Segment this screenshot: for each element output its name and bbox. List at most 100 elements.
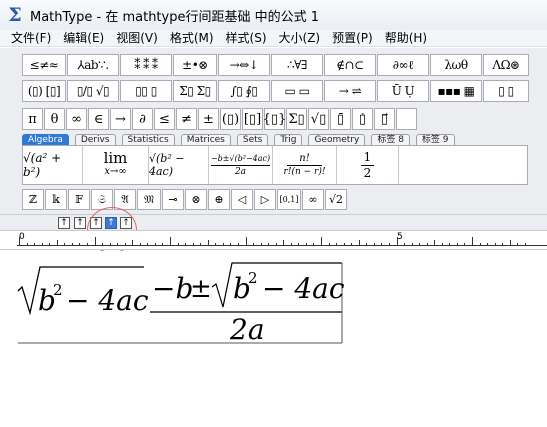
menu-view[interactable]: 视图(V) <box>110 30 164 47</box>
template-combination[interactable]: n! r!(n − r)! <box>273 146 337 184</box>
oplus-button[interactable]: ⊕ <box>208 189 230 210</box>
tab-label-8[interactable]: 标签 8 <box>371 134 410 145</box>
template-limit[interactable]: lim x→∞ <box>83 146 149 184</box>
otimes-button[interactable]: ⊗ <box>185 189 207 210</box>
ruler-tick <box>268 243 270 246</box>
ruler-tick <box>524 243 526 246</box>
template-sqrt-sum[interactable]: √(a² + b²) <box>23 146 83 184</box>
element-of-button[interactable]: ∈ <box>88 108 109 130</box>
ruler-tick <box>449 243 451 246</box>
menu-bar: 文件(F) 编辑(E) 视图(V) 格式(M) 样式(S) 大小(Z) 预置(P… <box>0 30 547 47</box>
tab-statistics[interactable]: Statistics <box>121 134 175 145</box>
palette-integrals[interactable]: ∫▯ ∮▯ <box>218 80 270 102</box>
palette-greek-lower[interactable]: λωθ <box>430 54 482 76</box>
multimap-button[interactable]: ⊸ <box>162 189 184 210</box>
ruler-tick <box>154 243 156 246</box>
infinity-small-button[interactable]: ∞ <box>302 189 324 210</box>
palette-fences[interactable]: (▯) [▯] <box>22 80 66 102</box>
palette-bars[interactable]: ▭ ▭ <box>271 80 323 102</box>
equation-editor[interactable]: b 2 − 4ac −b ± b 2 − 4ac 2a <box>0 251 547 427</box>
parentheses-button[interactable]: (▯) <box>220 108 241 130</box>
palette-logic[interactable]: ∴∀∃ <box>271 54 323 76</box>
ruler-tick <box>502 243 504 246</box>
ruler-tick <box>464 243 466 246</box>
ruler-tick <box>381 243 383 246</box>
tab-derivs[interactable]: Derivs <box>74 134 116 145</box>
dot-accent-button[interactable]: ▯̇ <box>352 108 373 130</box>
ruler-tick <box>41 243 43 246</box>
palette-relations[interactable]: ≤≠≈ <box>22 54 66 76</box>
tab-matrices[interactable]: Matrices <box>180 134 231 145</box>
integers-symbol-button[interactable]: ℤ <box>22 189 44 210</box>
tab-algebra[interactable]: Algebra <box>22 134 69 145</box>
ruler-tick <box>139 243 141 246</box>
palette-arrows[interactable]: →⇔↓ <box>218 54 270 76</box>
palette-embellishments[interactable]: ⁑ ⁑ ⁑ <box>120 54 172 76</box>
menu-edit[interactable]: 编辑(E) <box>57 30 110 47</box>
sum-button[interactable]: Σ▯ <box>286 108 307 130</box>
ruler-tick <box>419 243 421 246</box>
tab-trig[interactable]: Trig <box>274 134 303 145</box>
ruler-tick <box>275 243 277 246</box>
palette-labeled-arrows[interactable]: → ⇌ <box>324 80 376 102</box>
fraktur-m-button[interactable]: 𝔐 <box>137 189 161 210</box>
ruler-tick <box>441 243 443 246</box>
tab-geometry[interactable]: Geometry <box>308 134 366 145</box>
palette-set-theory[interactable]: ∉∩⊂ <box>324 54 376 76</box>
tab-sets[interactable]: Sets <box>236 134 269 145</box>
brackets-button[interactable]: [▯] <box>242 108 263 130</box>
ruler-tick <box>290 243 292 246</box>
theta-button[interactable]: θ <box>44 108 65 130</box>
template-quadratic-den: 2a <box>234 166 247 177</box>
interval-button[interactable]: [0,1] <box>277 189 301 210</box>
right-triangle-button[interactable]: ▷ <box>254 189 276 210</box>
template-palette-row: (▯) [▯] ▯/▯ √▯ ▯▯ ▯ Σ▯ Σ▯ ∫▯ ∮▯ ▭ ▭ → ⇌ … <box>22 80 530 104</box>
not-equal-button[interactable]: ≠ <box>176 108 197 130</box>
small-symbol-bar: π θ ∞ ∈ → ∂ ≤ ≠ ± (▯) [▯] {▯} Σ▯ √▯ ▯̄ ▯… <box>22 108 418 131</box>
palette-misc-symbols[interactable]: ∂∞ℓ <box>377 54 429 76</box>
infinity-button[interactable]: ∞ <box>66 108 87 130</box>
menu-file[interactable]: 文件(F) <box>0 30 57 47</box>
template-half[interactable]: 1 2 <box>337 146 399 184</box>
f-symbol-button[interactable]: 𝔽 <box>68 189 90 210</box>
palette-fractions-radicals[interactable]: ▯/▯ √▯ <box>67 80 119 102</box>
template-discriminant[interactable]: √(b² − 4ac) <box>149 146 209 184</box>
palette-spaces-ellipses[interactable]: ⅄ab∵. <box>67 54 119 76</box>
ruler-tick <box>366 243 368 246</box>
palette-boxes[interactable]: ▯ ▯ <box>483 80 529 102</box>
sqrt2-button[interactable]: √2 <box>325 189 347 210</box>
overbar-button[interactable]: ▯̄ <box>330 108 351 130</box>
k-symbol-button[interactable]: 𝕜 <box>45 189 67 210</box>
palette-operators[interactable]: ±•⊗ <box>173 54 217 76</box>
nudge-up-arrow-icon[interactable]: ↑ <box>74 217 86 229</box>
less-equal-button[interactable]: ≤ <box>154 108 175 130</box>
menu-format[interactable]: 格式(M) <box>164 30 220 47</box>
plus-minus-button[interactable]: ± <box>198 108 219 130</box>
palette-products[interactable]: Ū Ụ <box>377 80 429 102</box>
pi-button[interactable]: π <box>22 108 43 130</box>
palette-summations[interactable]: Σ▯ Σ▯ <box>173 80 217 102</box>
sqrt-button[interactable]: √▯ <box>308 108 329 130</box>
palette-greek-upper[interactable]: ΛΩ⊛ <box>483 54 529 76</box>
menu-help[interactable]: 帮助(H) <box>379 30 433 47</box>
nudge-up-arrow-icon[interactable]: ↑ <box>58 217 70 229</box>
ruler-tick <box>79 243 81 246</box>
partial-button[interactable]: ∂ <box>132 108 153 130</box>
ruler-tick <box>147 243 149 246</box>
tab-label-9[interactable]: 标签 9 <box>415 134 455 145</box>
palette-matrices[interactable]: ▪▪▪ ▦ <box>430 80 482 102</box>
ruler-tick <box>124 243 126 246</box>
menu-preferences[interactable]: 预置(P) <box>326 30 379 47</box>
ruler-tick <box>102 243 104 246</box>
braces-button[interactable]: {▯} <box>263 108 286 130</box>
vector-accent-button[interactable]: ▯⃗ <box>374 108 395 130</box>
template-quadratic[interactable]: −b±√(b²−4ac) 2a <box>209 146 273 184</box>
menu-style[interactable]: 样式(S) <box>220 30 273 47</box>
menu-size[interactable]: 大小(Z) <box>273 30 327 47</box>
template-empty-slot[interactable] <box>399 146 527 184</box>
right-arrow-button[interactable]: → <box>110 108 131 130</box>
empty-slot-button[interactable] <box>396 108 417 130</box>
palette-subscripts[interactable]: ▯▯ ▯ <box>120 80 172 102</box>
ruler-tick <box>336 243 338 246</box>
left-triangle-button[interactable]: ◁ <box>231 189 253 210</box>
